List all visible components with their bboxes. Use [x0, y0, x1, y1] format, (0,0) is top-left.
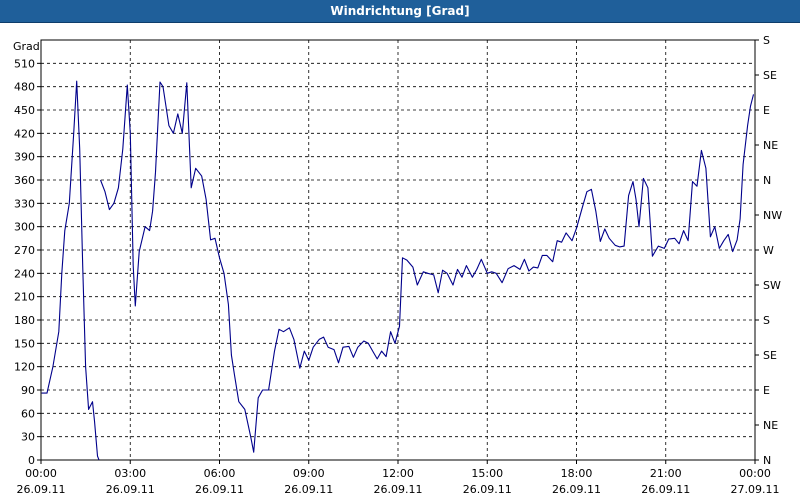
chart-title: Windrichtung [Grad]	[330, 4, 470, 18]
y-tick-label: 90	[21, 384, 35, 397]
y-tick-label: 390	[14, 151, 35, 164]
compass-tick-label: N	[763, 454, 771, 467]
y-tick-label: 0	[28, 454, 35, 467]
x-tick-date: 26.09.11	[641, 483, 690, 496]
compass-tick-label: SE	[763, 69, 777, 82]
x-tick-date: 26.09.11	[552, 483, 601, 496]
compass-tick-label: S	[763, 34, 770, 47]
compass-tick-label: NW	[763, 209, 782, 222]
x-tick-time: 18:00	[561, 467, 593, 480]
chart-title-bar: Windrichtung [Grad]	[0, 0, 800, 23]
y-tick-label: 450	[14, 104, 35, 117]
x-tick-time: 00:00	[25, 467, 57, 480]
y-tick-label: 210	[14, 291, 35, 304]
y-tick-label: 480	[14, 81, 35, 94]
y-tick-label: 180	[14, 314, 35, 327]
compass-axis-ticks: N NE E SE S SW W NW N NE E SE S	[755, 34, 782, 467]
y-axis-label: Grad	[13, 40, 40, 53]
x-tick-time: 09:00	[293, 467, 325, 480]
x-tick-date: 26.09.11	[17, 483, 66, 496]
y-tick-label: 420	[14, 127, 35, 140]
x-axis-ticks: 00:00 26.09.11 03:00 26.09.11 06:00 26.09.11 0…	[17, 460, 780, 496]
x-tick-date: 26.09.11	[284, 483, 333, 496]
x-tick-time: 00:00	[739, 467, 771, 480]
x-tick-date: 27.09.11	[731, 483, 780, 496]
compass-tick-label: W	[763, 244, 774, 257]
x-tick-time: 03:00	[114, 467, 146, 480]
y-tick-label: 150	[14, 337, 35, 350]
x-tick-date: 26.09.11	[106, 483, 155, 496]
compass-tick-label: NE	[763, 139, 778, 152]
compass-tick-label: S	[763, 314, 770, 327]
y-axis-ticks: 0 30 60 90 120 150 180 210 240 270 300 330 360 390 420…	[14, 57, 41, 467]
y-tick-label: 510	[14, 57, 35, 70]
x-tick-time: 15:00	[471, 467, 503, 480]
compass-tick-label: E	[763, 104, 770, 117]
x-tick-time: 21:00	[650, 467, 682, 480]
y-tick-label: 30	[21, 431, 35, 444]
compass-tick-label: SE	[763, 349, 777, 362]
wind-direction-chart: Grad 0 30 60 90 120 150 180 210 240 270 300 330 360 3…	[13, 34, 782, 496]
y-tick-label: 300	[14, 221, 35, 234]
x-tick-date: 26.09.11	[195, 483, 244, 496]
x-tick-time: 06:00	[204, 467, 236, 480]
y-tick-label: 270	[14, 244, 35, 257]
compass-tick-label: N	[763, 174, 771, 187]
x-tick-time: 12:00	[382, 467, 414, 480]
compass-tick-label: E	[763, 384, 770, 397]
y-tick-label: 330	[14, 197, 35, 210]
x-tick-date: 26.09.11	[463, 483, 512, 496]
compass-tick-label: NE	[763, 419, 778, 432]
compass-tick-label: SW	[763, 279, 781, 292]
y-tick-label: 240	[14, 267, 35, 280]
x-tick-date: 26.09.11	[374, 483, 423, 496]
y-tick-label: 360	[14, 174, 35, 187]
y-tick-label: 60	[21, 407, 35, 420]
y-tick-label: 120	[14, 361, 35, 374]
